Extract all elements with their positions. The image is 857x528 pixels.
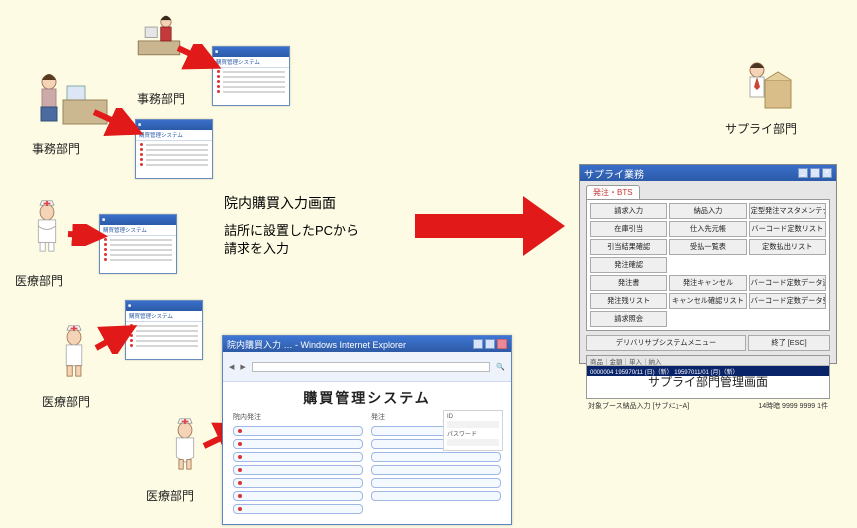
label-medical-dept-2: 医療部門 <box>42 393 90 410</box>
close-icon <box>497 339 507 349</box>
minimize-icon <box>473 339 483 349</box>
maximize-icon: □ <box>810 168 820 178</box>
menu-pill <box>233 452 363 462</box>
supply-grid-button[interactable]: 発注キャンセル <box>669 275 746 291</box>
menu-pill <box>371 465 501 475</box>
menu-pill <box>371 452 501 462</box>
label-supply-screen: サプライ部門管理画面 <box>648 373 768 390</box>
supply-grid-button[interactable]: バーコード定数データ送信 <box>749 275 826 291</box>
menu-pill <box>371 491 501 501</box>
close-icon: × <box>822 168 832 178</box>
supply-grid-button[interactable]: キャンセル確認リスト <box>669 293 746 309</box>
supply-status-right: 14時暗 9999 9999 1件 <box>758 401 828 411</box>
search-icon: 🔍 <box>496 363 505 371</box>
supply-exit-button[interactable]: 終了 [ESC] <box>748 335 830 351</box>
login-pw-label: パスワード <box>447 429 499 438</box>
supply-grid-button[interactable]: 発注残リスト <box>590 293 667 309</box>
supply-grid-button[interactable]: バーコード定数リスト <box>749 221 826 237</box>
label-office-dept-1: 事務部門 <box>137 90 185 107</box>
supply-grid-button[interactable]: 引当結果確認 <box>590 239 667 255</box>
supply-table-header: 商品｜金額｜単入｜納入 <box>587 356 829 366</box>
maximize-icon <box>485 339 495 349</box>
menu-pill <box>233 504 363 514</box>
window-icon: ■ <box>128 303 131 309</box>
arrow-medical2-to-window <box>92 320 142 354</box>
center-desc-line1: 詰所に設置したPCから <box>224 222 359 240</box>
menu-pill <box>371 478 501 488</box>
menu-pill <box>233 439 363 449</box>
supply-grid-button[interactable]: 発注確認 <box>590 257 667 273</box>
arrow-office1-to-window <box>176 44 226 74</box>
supply-status-left: 対象ブース納品入力 [サブﾒﾆｭｰA] <box>588 401 689 411</box>
center-desc-line2: 請求を入力 <box>224 240 289 258</box>
supply-submenu-button[interactable]: デリバリサブシステムメニュー <box>586 335 746 351</box>
login-box: ID パスワード <box>443 410 503 451</box>
big-red-arrow <box>415 196 565 256</box>
supply-grid-button[interactable]: 定型発注マスタメンテナンス <box>749 203 826 219</box>
menu-pill <box>233 491 363 501</box>
login-id-field <box>447 421 499 428</box>
window-icon: ■ <box>102 217 105 223</box>
label-supply-dept: サプライ部門 <box>725 120 797 137</box>
minimize-icon: _ <box>798 168 808 178</box>
supply-button-grid: 請求入力 納品入力 定型発注マスタメンテナンス 在庫引当 仕入先元帳 バーコード… <box>586 199 830 331</box>
menu-pill <box>233 478 363 488</box>
col-left-label: 院内発注 <box>233 412 363 422</box>
back-icon: ◀ <box>229 363 234 371</box>
center-title: 院内購買入力画面 <box>224 193 336 213</box>
supply-management-window: サプライ業務 _ □ × 発注・BTS 請求入力 納品入力 定型発注マスタメンテ… <box>579 164 837 364</box>
label-office-dept-2: 事務部門 <box>32 140 80 157</box>
supply-grid-button[interactable]: 在庫引当 <box>590 221 667 237</box>
supply-grid-button[interactable]: 発注書 <box>590 275 667 291</box>
menu-pill <box>233 426 363 436</box>
label-medical-dept-1: 医療部門 <box>15 272 63 289</box>
big-window-header: 購買管理システム <box>223 382 511 412</box>
supply-grid-button[interactable]: バーコード定数データ受信 <box>749 293 826 309</box>
supply-grid-button[interactable]: 仕入先元帳 <box>669 221 746 237</box>
supply-window-titlebar: サプライ業務 <box>584 166 644 181</box>
supply-grid-button[interactable]: 請求入力 <box>590 203 667 219</box>
label-medical-dept-3: 医療部門 <box>146 487 194 504</box>
supply-tab[interactable]: 発注・BTS <box>586 185 640 199</box>
supply-clerk-illustration <box>735 60 795 116</box>
browser-toolbar: ◀ ▶ 🔍 <box>223 352 511 382</box>
address-bar <box>252 362 491 372</box>
supply-grid-button[interactable]: 請求照会 <box>590 311 667 327</box>
forward-icon: ▶ <box>240 363 245 371</box>
supply-grid-button[interactable]: 定数払出リスト <box>749 239 826 255</box>
arrow-medical1-to-window <box>66 224 112 246</box>
menu-pill <box>233 465 363 475</box>
supply-grid-button[interactable]: 受払一覧表 <box>669 239 746 255</box>
arrow-office2-to-window <box>92 108 148 140</box>
supply-grid-button[interactable]: 納品入力 <box>669 203 746 219</box>
login-pw-field <box>447 439 499 446</box>
login-id-label: ID <box>447 414 499 420</box>
purchase-system-browser-window: 院内購買入力 … - Windows Internet Explorer ◀ ▶… <box>222 335 512 525</box>
big-window-titlebar: 院内購買入力 … - Windows Internet Explorer <box>227 338 406 351</box>
